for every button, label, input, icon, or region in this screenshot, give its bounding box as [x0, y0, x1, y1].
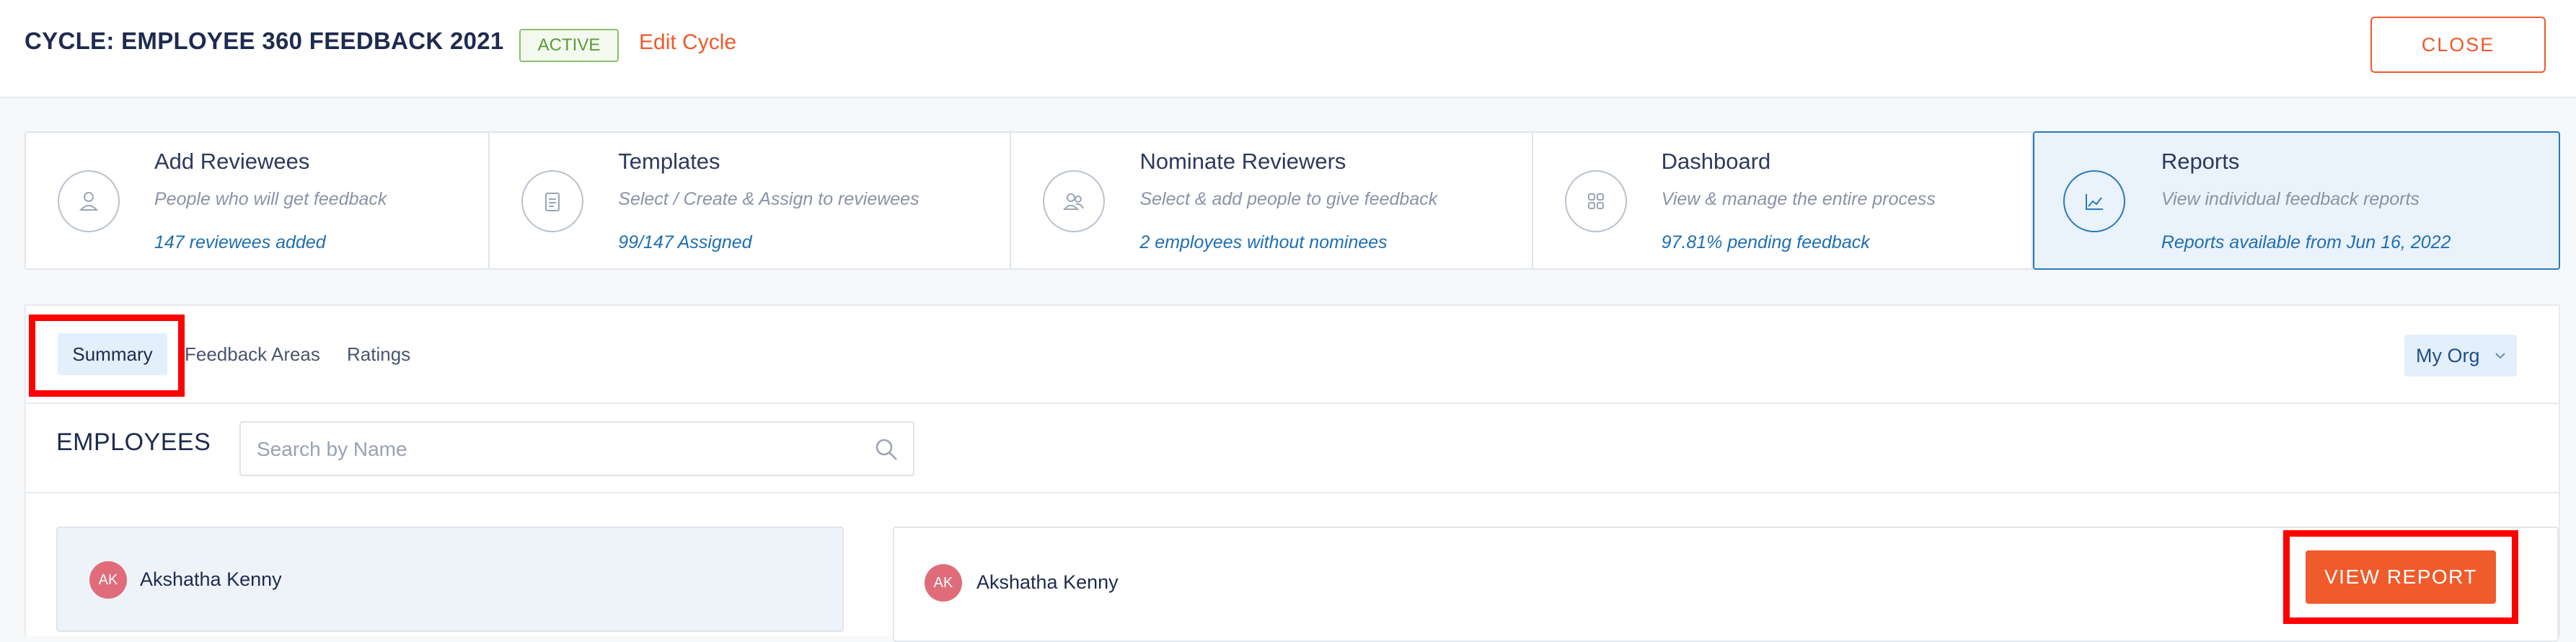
- avatar: AK: [89, 561, 127, 599]
- step-title: Reports: [2161, 149, 2240, 174]
- org-select-dropdown[interactable]: My Org: [2404, 335, 2517, 377]
- step-meta[interactable]: 147 reviewees added: [154, 232, 326, 253]
- person-icon: [58, 170, 120, 232]
- employee-list-item[interactable]: AK Akshatha Kenny: [56, 527, 844, 632]
- step-title: Nominate Reviewers: [1139, 149, 1346, 174]
- step-desc: People who will get feedback: [154, 189, 387, 209]
- step-templates[interactable]: Templates Select / Create & Assign to re…: [490, 133, 1012, 268]
- step-reports[interactable]: Reports View individual feedback reports…: [2032, 131, 2560, 270]
- employees-title: EMPLOYEES: [56, 428, 211, 456]
- chart-icon: [2063, 170, 2125, 232]
- employee-name: Akshatha Kenny: [140, 568, 282, 590]
- step-title: Add Reviewees: [154, 149, 310, 174]
- employee-name: Akshatha Kenny: [976, 571, 1119, 593]
- step-title: Templates: [618, 149, 720, 174]
- highlight-box: [29, 315, 185, 397]
- top-bar: CYCLE: EMPLOYEE 360 FEEDBACK 2021 ACTIVE…: [0, 0, 2576, 98]
- step-desc: Select / Create & Assign to reviewees: [618, 189, 919, 209]
- tab-feedback-areas[interactable]: Feedback Areas: [185, 333, 320, 375]
- step-meta[interactable]: 97.81% pending feedback: [1662, 232, 1870, 253]
- report-tabs: Summary Feedback Areas Ratings My Org: [26, 306, 2559, 404]
- report-panel: Summary Feedback Areas Ratings My Org EM…: [25, 304, 2560, 642]
- step-meta[interactable]: Reports available from Jun 16, 2022: [2161, 232, 2451, 253]
- step-add-reviewees[interactable]: Add Reviewees People who will get feedba…: [26, 133, 490, 268]
- grid-icon: [1564, 170, 1627, 232]
- step-meta[interactable]: 99/147 Assigned: [618, 232, 751, 253]
- step-desc: View & manage the entire process: [1661, 189, 1936, 209]
- highlight-box: [2283, 530, 2518, 624]
- chevron-down-icon: [2495, 353, 2505, 359]
- people-icon: [1043, 170, 1106, 232]
- avatar: AK: [925, 564, 962, 602]
- step-desc: Select & add people to give feedback: [1139, 189, 1438, 209]
- step-desc: View individual feedback reports: [2161, 189, 2420, 209]
- status-badge: ACTIVE: [519, 29, 619, 62]
- step-dashboard[interactable]: Dashboard View & manage the entire proce…: [1533, 133, 2033, 268]
- edit-cycle-link[interactable]: Edit Cycle: [639, 30, 736, 55]
- clipboard-icon: [521, 170, 584, 232]
- search-icon[interactable]: [874, 437, 899, 462]
- search-input[interactable]: [241, 423, 864, 476]
- search-box: [239, 421, 914, 476]
- org-select-label: My Org: [2416, 345, 2480, 366]
- cycle-title: CYCLE: EMPLOYEE 360 FEEDBACK 2021: [25, 27, 504, 54]
- close-button[interactable]: CLOSE: [2370, 17, 2546, 73]
- step-meta[interactable]: 2 employees without nominees: [1139, 232, 1387, 253]
- cycle-steps-bar: Add Reviewees People who will get feedba…: [25, 131, 2560, 270]
- employees-header: EMPLOYEES: [26, 403, 2559, 493]
- step-nominate-reviewers[interactable]: Nominate Reviewers Select & add people t…: [1011, 133, 1533, 268]
- tab-ratings[interactable]: Ratings: [347, 333, 410, 375]
- step-title: Dashboard: [1661, 149, 1771, 174]
